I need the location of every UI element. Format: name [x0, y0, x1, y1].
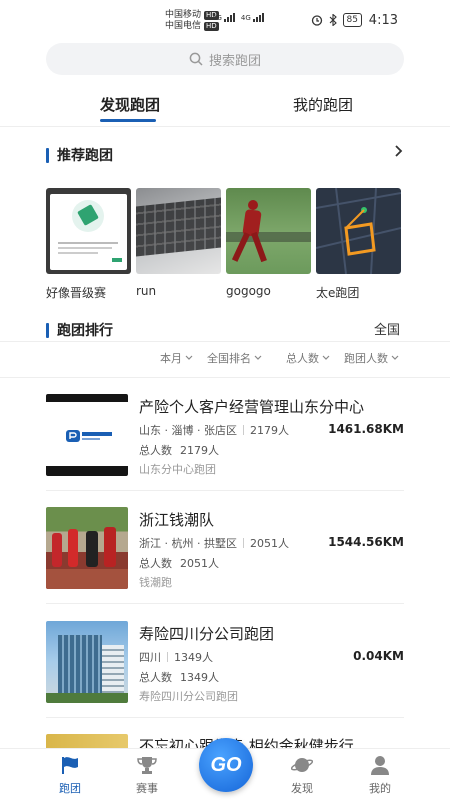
battery-icon: 85 [342, 13, 362, 27]
tab-discover[interactable]: 发现跑团 [100, 94, 160, 115]
flag-icon [62, 757, 78, 774]
club-distance: 0.04KM [353, 649, 404, 663]
nav-discover[interactable]: 发现 [272, 755, 332, 796]
club-thumbnail [226, 188, 311, 274]
club-name: 产险个人客户经营管理山东分中心 [139, 398, 365, 416]
filter-members[interactable]: 跑团人数 [344, 350, 399, 366]
search-placeholder: 搜索跑团 [208, 53, 261, 69]
tab-divider [0, 126, 450, 127]
recommended-label: run [136, 284, 157, 298]
recommended-label: gogogo [226, 284, 271, 298]
row-divider [46, 603, 404, 604]
club-thumbnail [316, 188, 401, 274]
tab-indicator [100, 119, 156, 122]
region-selector[interactable]: 全国 [374, 319, 400, 338]
recommended-list: 好像晋级赛 run gogogo 太e跑团 [46, 188, 401, 301]
search-bar[interactable]: 搜索跑团 [46, 43, 404, 75]
section-marker [46, 322, 49, 338]
recommended-item[interactable]: 太e跑团 [316, 188, 401, 301]
club-image [46, 734, 128, 748]
club-total: 总人数 1349人 [139, 671, 219, 684]
club-name: 浙江钱潮队 [139, 511, 215, 529]
filter-total[interactable]: 总人数 [286, 350, 330, 366]
chevron-right-icon[interactable] [394, 144, 404, 158]
club-row[interactable]: 浙江钱潮队 浙江 · 杭州 · 拱墅区 2051人 1544.56KM 总人数 20… [46, 507, 404, 607]
row-divider [46, 490, 404, 491]
map-route-icon [316, 188, 401, 274]
recommended-item[interactable]: run [136, 188, 221, 301]
chevron-down-icon [391, 355, 399, 360]
club-thumbnail [46, 188, 131, 274]
club-location: 四川 1349人 [139, 651, 213, 664]
planet-icon [290, 758, 314, 772]
hd-badge-2: HD [204, 22, 219, 31]
filter-month[interactable]: 本月 [160, 350, 193, 366]
alarm-icon [311, 15, 322, 26]
carrier-2: 中国电信 [165, 21, 202, 31]
filter-bar: 本月 全国排名 总人数 跑团人数 [0, 350, 450, 372]
club-row[interactable]: 寿险四川分公司跑团 四川 1349人 0.04KM 总人数 1349人 寿险四川分公… [46, 621, 404, 721]
signal-icon-2: 4G [241, 13, 264, 22]
clock: 4:13 [368, 13, 398, 28]
search-icon [189, 52, 203, 66]
person-icon [371, 756, 389, 775]
recommended-header: 推荐跑团 [46, 145, 113, 165]
nav-events[interactable]: 赛事 [117, 755, 177, 796]
bluetooth-icon [329, 14, 337, 26]
carrier-info: 中国移动 HD 中国电信 HD [165, 10, 219, 32]
carrier-1: 中国移动 [165, 10, 202, 20]
signal-indicators: 4G 4G [212, 13, 264, 22]
ranking-title: 跑团排行 [57, 323, 113, 339]
nav-clubs[interactable]: 跑团 [40, 755, 100, 796]
section-marker [46, 147, 49, 163]
club-total: 总人数 2051人 [139, 557, 219, 570]
recommended-title: 推荐跑团 [57, 148, 113, 164]
filter-divider [0, 377, 450, 378]
chevron-down-icon [254, 355, 262, 360]
club-location: 浙江 · 杭州 · 拱墅区 2051人 [139, 537, 289, 550]
recommended-label: 太e跑团 [316, 286, 360, 300]
club-image [46, 621, 128, 703]
club-location: 山东 · 淄博 · 张店区 2179人 [139, 424, 289, 437]
filter-rank-scope[interactable]: 全国排名 [207, 350, 262, 366]
chevron-down-icon [185, 355, 193, 360]
signal-icon: 4G [212, 13, 235, 22]
club-distance: 1544.56KM [328, 535, 404, 549]
ranking-divider [0, 341, 450, 342]
club-name: 不忘初心跟党走 相约金秋健步行 [139, 737, 354, 748]
ranking-header: 跑团排行 [46, 320, 113, 340]
nav-mine[interactable]: 我的 [350, 755, 410, 796]
club-subtitle: 钱潮跑 [139, 576, 172, 589]
recommended-label: 好像晋级赛 [46, 286, 107, 300]
status-bar: 中国移动 HD 中国电信 HD 4G 4G 85 4:13 [0, 0, 450, 40]
club-name: 寿险四川分公司跑团 [139, 625, 275, 643]
recommended-item[interactable]: gogogo [226, 188, 311, 301]
tab-my-clubs[interactable]: 我的跑团 [293, 94, 353, 115]
club-row[interactable]: 产险个人客户经营管理山东分中心 山东 · 淄博 · 张店区 2179人 1461.… [46, 394, 404, 494]
trophy-icon [137, 757, 157, 774]
club-distance: 1461.68KM [328, 422, 404, 436]
go-button[interactable]: GO [199, 738, 253, 792]
club-subtitle: 山东分中心跑团 [139, 463, 216, 476]
chevron-down-icon [322, 355, 330, 360]
club-subtitle: 寿险四川分公司跑团 [139, 690, 238, 703]
insurance-logo-icon [66, 430, 80, 442]
tab-bar: 发现跑团 我的跑团 [0, 88, 450, 124]
row-divider [46, 717, 404, 718]
club-thumbnail [136, 188, 221, 274]
club-image [46, 507, 128, 589]
recommended-item[interactable]: 好像晋级赛 [46, 188, 131, 301]
club-total: 总人数 2179人 [139, 444, 219, 457]
status-right: 85 [311, 13, 362, 27]
club-image [46, 394, 128, 476]
